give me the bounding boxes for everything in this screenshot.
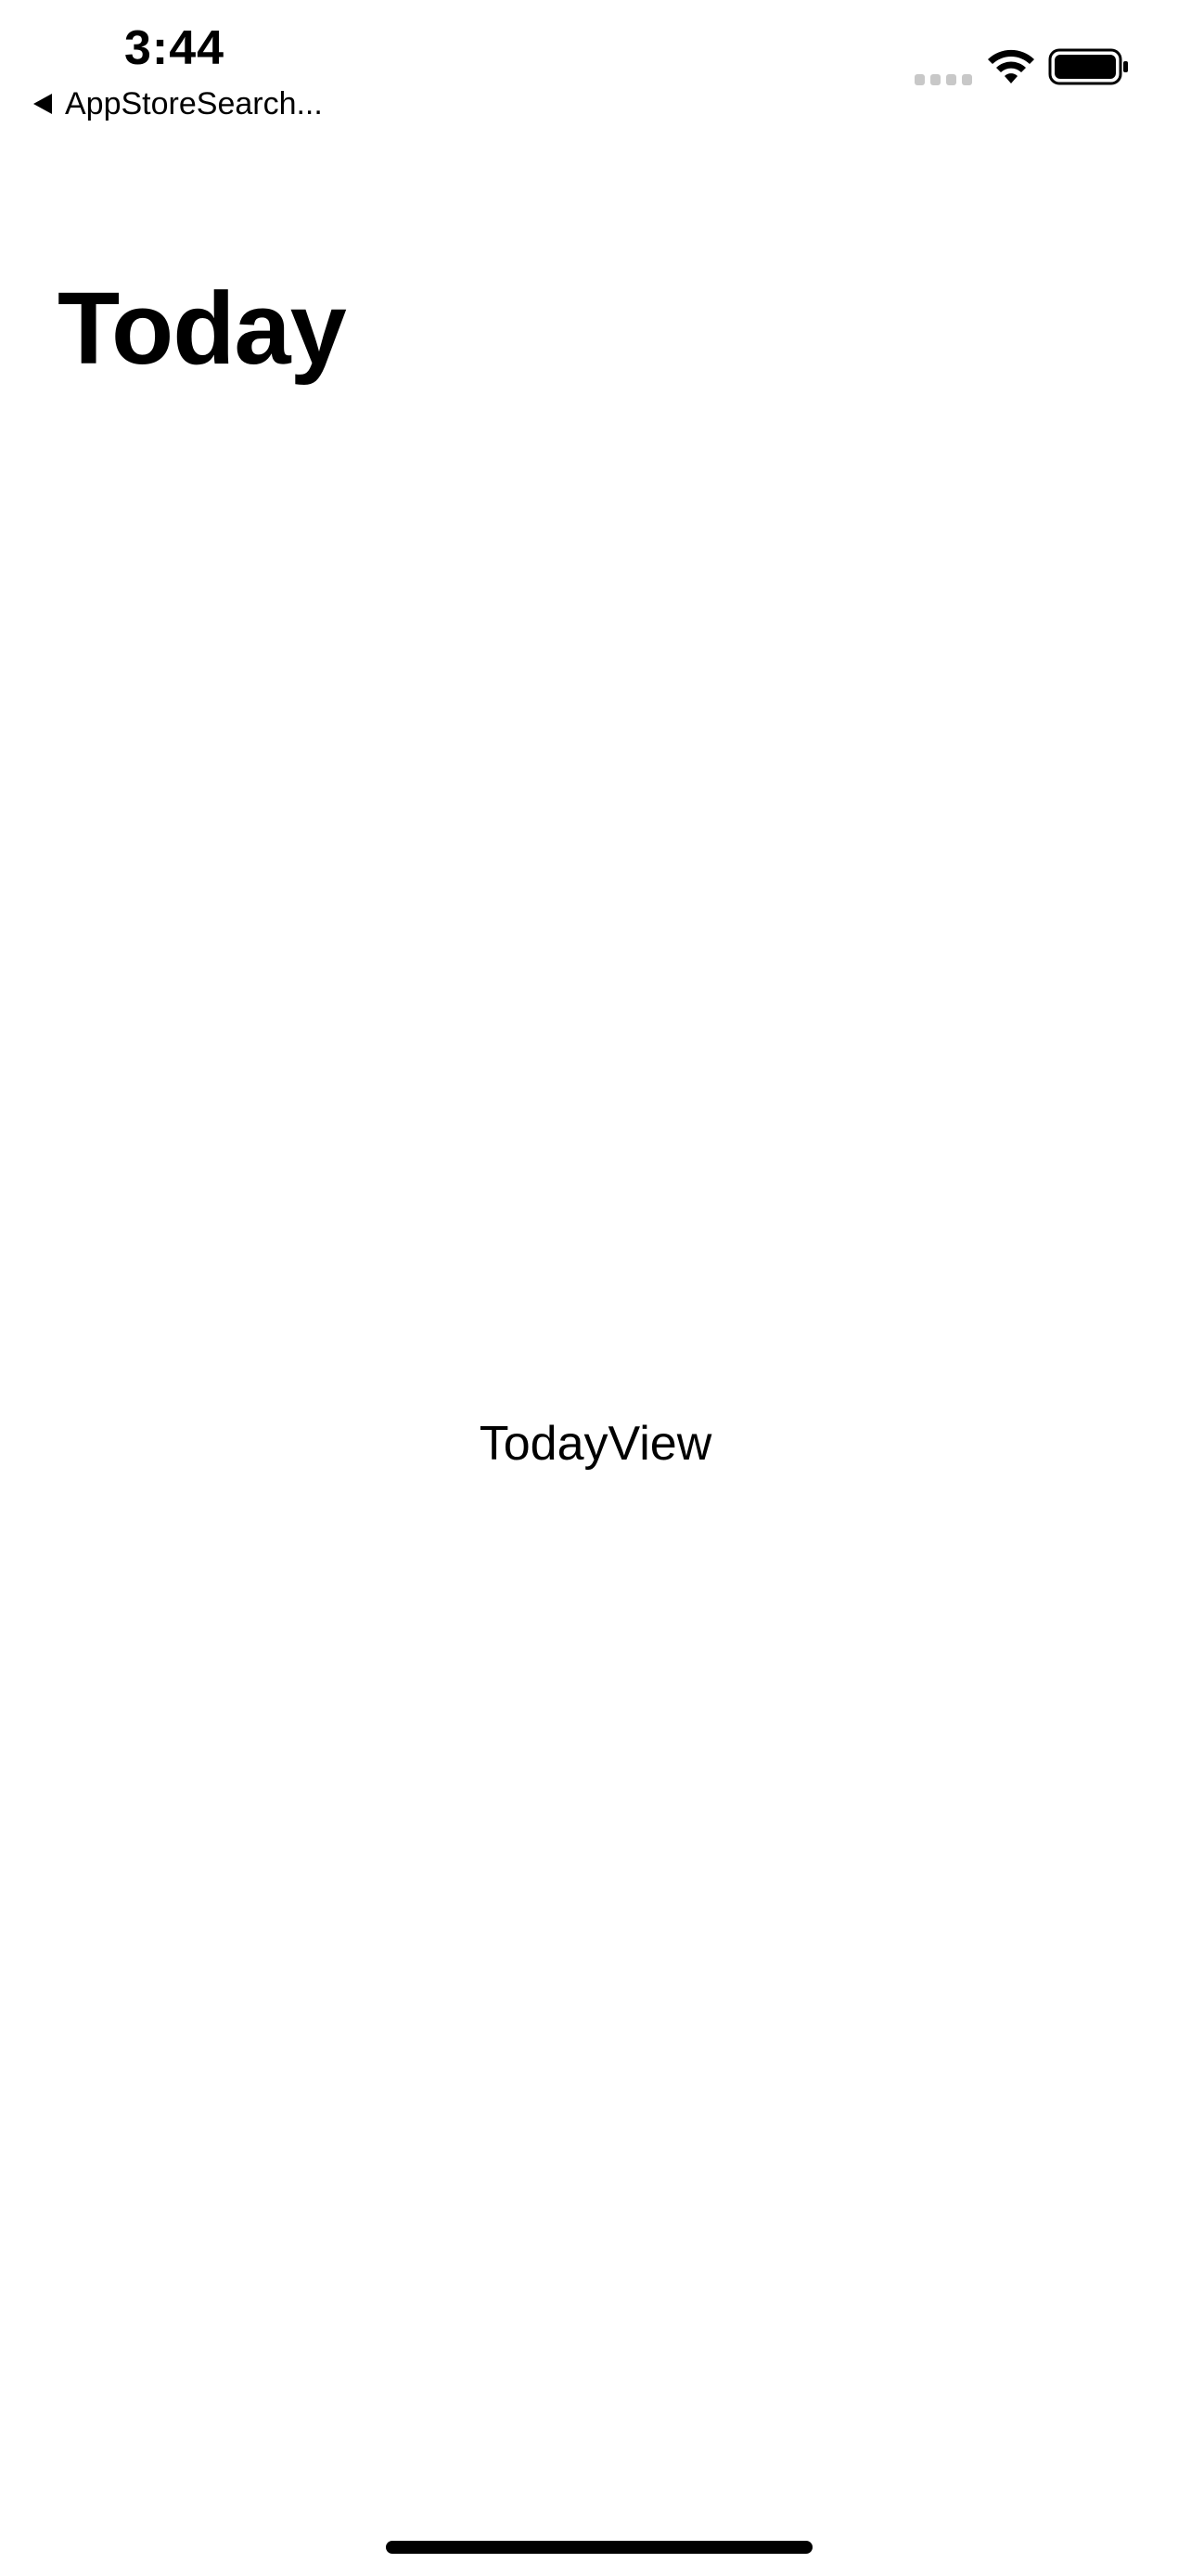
signal-bar (915, 74, 925, 85)
back-to-app-label: AppStoreSearch... (65, 86, 323, 121)
home-indicator[interactable] (386, 2541, 813, 2554)
signal-bar (962, 74, 972, 85)
status-bar: 3:44 AppStoreSearch... (0, 0, 1191, 139)
signal-bar (946, 74, 956, 85)
battery-icon (1048, 48, 1128, 85)
page-title: Today (58, 272, 347, 386)
status-time: 3:44 (124, 21, 225, 75)
cellular-signal-icon (915, 74, 972, 87)
back-to-app-link[interactable]: AppStoreSearch... (33, 83, 323, 124)
back-chevron-icon (33, 94, 52, 114)
today-view-label: TodayView (479, 1417, 712, 1471)
signal-bar (930, 74, 941, 85)
wifi-icon (988, 49, 1034, 83)
